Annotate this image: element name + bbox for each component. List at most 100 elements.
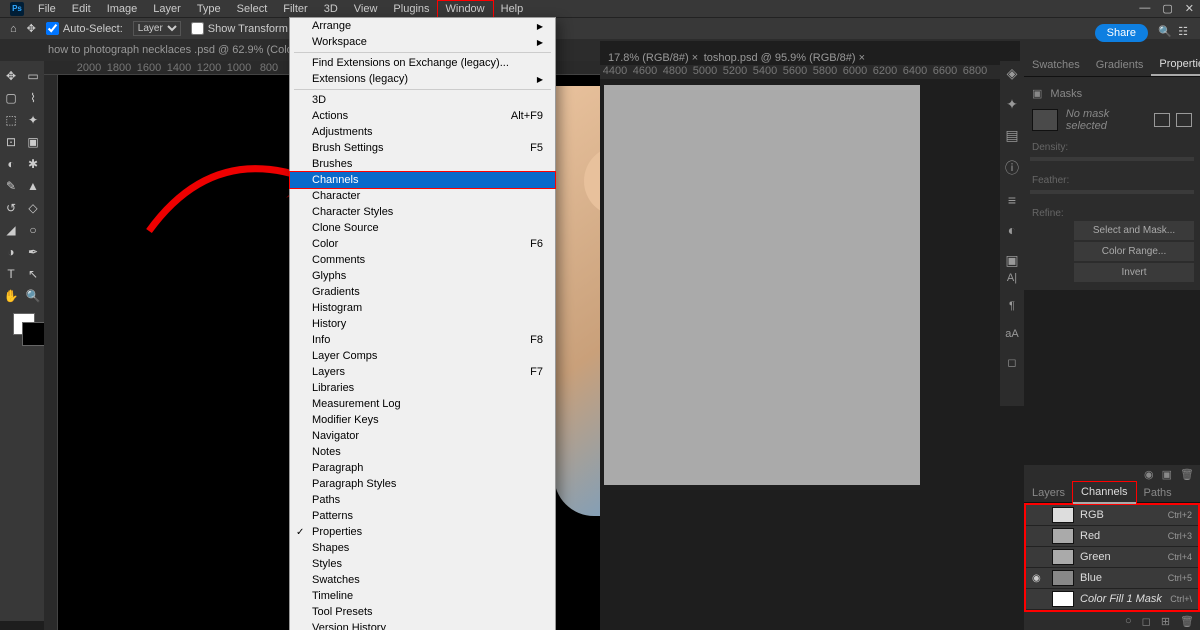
menu-brush-settings[interactable]: Brush SettingsF5 xyxy=(290,140,555,156)
menu-navigator[interactable]: Navigator xyxy=(290,428,555,444)
frame-tool[interactable]: ▣ xyxy=(22,131,44,153)
menu-glyphs[interactable]: Glyphs xyxy=(290,268,555,284)
save-selection-icon[interactable]: ◻ xyxy=(1142,615,1151,628)
menu-info[interactable]: InfoF8 xyxy=(290,332,555,348)
menu-workspace[interactable]: Workspace▶ xyxy=(290,34,555,50)
menu-properties[interactable]: Properties xyxy=(290,524,555,540)
select-mask-button[interactable]: Select and Mask... xyxy=(1074,221,1194,240)
dodge-tool[interactable]: ◑ xyxy=(0,241,22,263)
menu-paragraph[interactable]: Paragraph xyxy=(290,460,555,476)
vector-mask-icon[interactable] xyxy=(1176,113,1192,127)
auto-select-dropdown[interactable]: Layer xyxy=(133,21,181,36)
feather-slider[interactable] xyxy=(1030,190,1194,194)
menu-plugins[interactable]: Plugins xyxy=(385,1,437,17)
menu-edit[interactable]: Edit xyxy=(64,1,99,17)
menu-layers[interactable]: LayersF7 xyxy=(290,364,555,380)
channel-green[interactable]: GreenCtrl+4 xyxy=(1026,547,1198,568)
channel-mask[interactable]: Color Fill 1 MaskCtrl+\ xyxy=(1026,589,1198,610)
channel-blue[interactable]: ◉BlueCtrl+5 xyxy=(1026,568,1198,589)
share-button[interactable]: Share xyxy=(1095,24,1148,42)
path-tool[interactable]: ↖ xyxy=(22,263,44,285)
menu-ext-legacy[interactable]: Extensions (legacy)▶ xyxy=(290,71,555,87)
maximize-icon[interactable]: ▢ xyxy=(1162,2,1172,15)
menu-arrange[interactable]: Arrange▶ xyxy=(290,18,555,34)
workspace-icon[interactable]: ☷ xyxy=(1178,25,1188,38)
menu-filter[interactable]: Filter xyxy=(275,1,315,17)
menu-find-ext[interactable]: Find Extensions on Exchange (legacy)... xyxy=(290,55,555,71)
menu-window[interactable]: Window xyxy=(438,1,493,17)
menu-tool-presets[interactable]: Tool Presets xyxy=(290,604,555,620)
menu-view[interactable]: View xyxy=(346,1,386,17)
menu-histogram[interactable]: Histogram xyxy=(290,300,555,316)
home-icon[interactable]: ⌂ xyxy=(10,23,17,35)
search-icon[interactable]: 🔍 xyxy=(1158,25,1172,38)
info-icon[interactable]: ⓘ xyxy=(1005,158,1019,178)
type-tool[interactable]: T xyxy=(0,263,22,285)
menu-version-history[interactable]: Version History xyxy=(290,620,555,630)
menu-gradients[interactable]: Gradients xyxy=(290,284,555,300)
eye-icon[interactable]: ◉ xyxy=(1144,468,1154,481)
adjustments-icon[interactable]: ◐ xyxy=(1008,222,1016,238)
eraser-tool[interactable]: ◇ xyxy=(22,197,44,219)
healing-tool[interactable]: ✱ xyxy=(22,153,44,175)
menu-patterns[interactable]: Patterns xyxy=(290,508,555,524)
hand-tool[interactable]: ✋ xyxy=(0,285,22,307)
tab-gradients[interactable]: Gradients xyxy=(1088,55,1152,75)
tab-swatches[interactable]: Swatches xyxy=(1024,55,1088,75)
menu-styles[interactable]: Styles xyxy=(290,556,555,572)
magic-wand-tool[interactable]: ✦ xyxy=(22,109,44,131)
tab-channels[interactable]: Channels xyxy=(1073,482,1135,504)
menu-modifier-keys[interactable]: Modifier Keys xyxy=(290,412,555,428)
menu-color[interactable]: ColorF6 xyxy=(290,236,555,252)
density-slider[interactable] xyxy=(1030,157,1194,161)
menu-swatches[interactable]: Swatches xyxy=(290,572,555,588)
glyphs-icon[interactable]: aA xyxy=(1005,328,1018,340)
menu-3d-panel[interactable]: 3D xyxy=(290,92,555,108)
libraries-icon[interactable]: ▣ xyxy=(1005,252,1018,269)
menu-layer-comps[interactable]: Layer Comps xyxy=(290,348,555,364)
menu-paths[interactable]: Paths xyxy=(290,492,555,508)
invert-button[interactable]: Invert xyxy=(1074,263,1194,282)
zoom-tool[interactable]: 🔍 xyxy=(22,285,44,307)
menu-adjustments[interactable]: Adjustments xyxy=(290,124,555,140)
menu-file[interactable]: File xyxy=(30,1,64,17)
move-tool-icon[interactable]: ✥ xyxy=(27,22,36,35)
channel-red[interactable]: RedCtrl+3 xyxy=(1026,526,1198,547)
gradient-tool[interactable]: ◢ xyxy=(0,219,22,241)
sparkle-icon[interactable]: ✦ xyxy=(1006,96,1018,113)
tab-properties[interactable]: Properties xyxy=(1151,54,1200,76)
delete-channel-icon[interactable]: 🗑 xyxy=(1180,615,1194,628)
auto-select-checkbox[interactable]: Auto-Select: xyxy=(46,22,123,35)
crop-tool[interactable]: ⊡ xyxy=(0,131,22,153)
menu-paragraph-styles[interactable]: Paragraph Styles xyxy=(290,476,555,492)
layers-quick-icon[interactable]: ▣ xyxy=(1162,468,1172,481)
menu-channels[interactable]: Channels xyxy=(290,172,555,188)
stamp-tool[interactable]: ▲ xyxy=(22,175,44,197)
menu-history[interactable]: History xyxy=(290,316,555,332)
new-channel-icon[interactable]: ⊞ xyxy=(1161,615,1170,628)
menu-notes[interactable]: Notes xyxy=(290,444,555,460)
pixel-mask-icon[interactable] xyxy=(1154,113,1170,127)
move-tool[interactable]: ✥ xyxy=(0,65,22,87)
marquee-tool[interactable]: ▢ xyxy=(0,87,22,109)
color-swatch[interactable] xyxy=(13,313,35,335)
menu-libraries[interactable]: Libraries xyxy=(290,380,555,396)
close-icon[interactable]: ✕ xyxy=(1185,2,1194,15)
menu-char-styles[interactable]: Character Styles xyxy=(290,204,555,220)
layers-icon[interactable]: ≡ xyxy=(1008,192,1016,208)
menu-actions[interactable]: ActionsAlt+F9 xyxy=(290,108,555,124)
channel-rgb[interactable]: RGBCtrl+2 xyxy=(1026,505,1198,526)
menu-comments[interactable]: Comments xyxy=(290,252,555,268)
minimize-icon[interactable]: — xyxy=(1139,2,1150,15)
menu-character[interactable]: Character xyxy=(290,188,555,204)
menu-measurement-log[interactable]: Measurement Log xyxy=(290,396,555,412)
color-icon[interactable]: ◈ xyxy=(1007,65,1018,82)
tab-layers[interactable]: Layers xyxy=(1024,483,1073,503)
menu-help[interactable]: Help xyxy=(493,1,532,17)
tab-paths[interactable]: Paths xyxy=(1136,483,1180,503)
color-range-button[interactable]: Color Range... xyxy=(1074,242,1194,261)
paragraph-icon[interactable]: ¶ xyxy=(1009,300,1015,312)
menu-select[interactable]: Select xyxy=(229,1,276,17)
selection-tool[interactable]: ⬚ xyxy=(0,109,22,131)
menu-type[interactable]: Type xyxy=(189,1,229,17)
